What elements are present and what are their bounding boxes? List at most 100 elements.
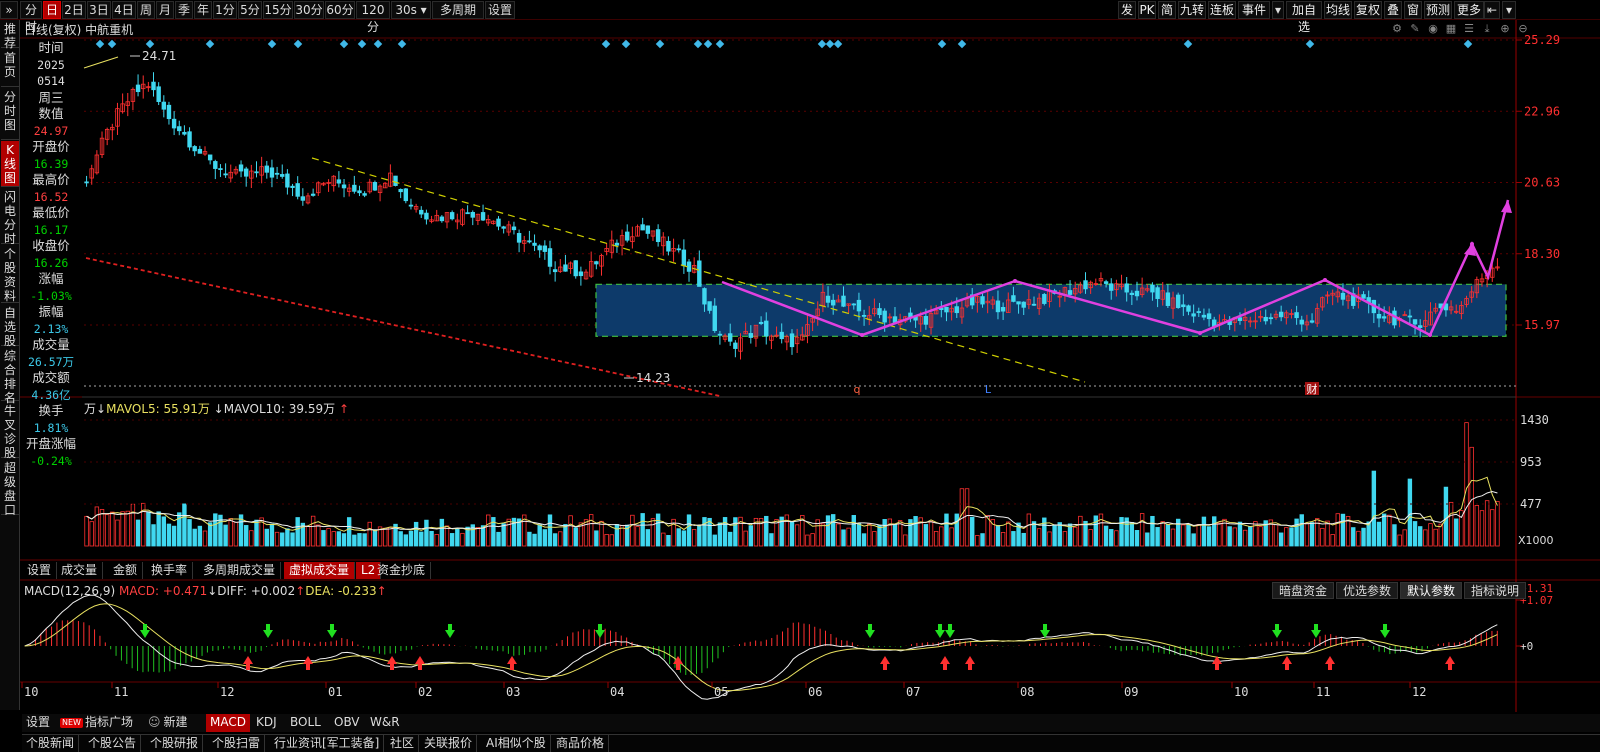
period-button[interactable]: 3日	[87, 1, 111, 19]
toolbar-action-button[interactable]: 预测	[1424, 1, 1452, 19]
news-tab[interactable]: 个股扫雷	[208, 735, 266, 752]
toolbar-action-button[interactable]: 连板	[1208, 1, 1236, 19]
news-tab[interactable]: 商品价格	[552, 735, 610, 752]
indicator-tab[interactable]: BOLL	[286, 714, 325, 732]
period-button[interactable]: 120分	[356, 1, 390, 34]
toolbar-action-button[interactable]: 事件	[1238, 1, 1270, 19]
toolbar-action-button[interactable]: 发	[1118, 1, 1136, 19]
left-nav-item[interactable]: 自选股	[1, 304, 19, 348]
period-button[interactable]: 日	[43, 1, 61, 19]
period-button[interactable]: 季	[175, 1, 193, 19]
indicator-tab[interactable]: W&R	[366, 714, 404, 732]
news-tab[interactable]: 行业资讯[军工装备]	[270, 735, 385, 752]
event-diamond-icon[interactable]	[621, 39, 631, 49]
pen-icon[interactable]: ✎	[1408, 22, 1422, 36]
toolbar-action-button[interactable]: 复权	[1354, 1, 1382, 19]
period-button[interactable]: 4日	[112, 1, 136, 19]
minus-icon[interactable]: ⊖	[1516, 22, 1530, 36]
period-button[interactable]: 15分	[263, 1, 293, 19]
news-tab[interactable]: 关联报价	[420, 735, 478, 752]
toolbar-action-button[interactable]: 叠	[1384, 1, 1402, 19]
macd-option-button[interactable]: 优选参数	[1336, 582, 1398, 599]
chart-icon[interactable]: ▦	[1444, 22, 1458, 36]
download-icon[interactable]: ⤓	[1480, 22, 1494, 36]
event-diamond-icon[interactable]	[95, 39, 105, 49]
toolbar-action-button[interactable]: 九转	[1178, 1, 1206, 19]
indicator-tab[interactable]: KDJ	[252, 714, 281, 732]
event-diamond-icon[interactable]	[817, 39, 827, 49]
volume-tab[interactable]: 换手率	[146, 562, 194, 579]
news-tab[interactable]: 个股新闻	[22, 735, 80, 752]
news-tab[interactable]: 个股公告	[84, 735, 142, 752]
event-diamond-icon[interactable]	[293, 39, 303, 49]
event-diamond-icon[interactable]	[825, 39, 835, 49]
volume-tab[interactable]: 虚拟成交量	[284, 562, 356, 579]
back-icon[interactable]: ⇤	[1484, 1, 1500, 19]
gear-icon[interactable]: ⚙	[1390, 22, 1404, 36]
volume-tab[interactable]: 资金抄底	[372, 562, 432, 579]
toolbar-action-button[interactable]: 窗	[1404, 1, 1422, 19]
kline-chart-canvas[interactable]: 25.2922.9620.6318.3015.9724.7114.23q L 财14…	[0, 0, 1600, 752]
period-button[interactable]: 年	[194, 1, 212, 19]
event-diamond-icon[interactable]	[107, 39, 117, 49]
add-icon[interactable]: ⊕	[1498, 22, 1512, 36]
indicator-tab[interactable]: 设置	[22, 714, 54, 732]
event-diamond-icon[interactable]	[601, 39, 611, 49]
toolbar-action-button[interactable]: 加自选	[1286, 1, 1322, 34]
event-diamond-icon[interactable]	[1183, 39, 1193, 49]
volume-tab[interactable]: 成交量	[56, 562, 104, 579]
event-mark[interactable]: L	[985, 383, 992, 396]
event-diamond-icon[interactable]	[937, 39, 947, 49]
left-nav-item[interactable]: 超级盘口	[1, 459, 19, 517]
period-button[interactable]: 5分	[238, 1, 262, 19]
event-diamond-icon[interactable]	[703, 39, 713, 49]
period-button[interactable]: 月	[156, 1, 174, 19]
indicator-tab[interactable]: MACD	[206, 714, 250, 732]
left-nav-item[interactable]: 首页	[1, 49, 19, 87]
period-button[interactable]: 设置	[485, 1, 515, 19]
period-button[interactable]: 多周期	[432, 1, 484, 19]
eye-icon[interactable]: ◉	[1426, 22, 1440, 36]
left-nav-item[interactable]: K线图	[1, 141, 19, 187]
left-nav-item[interactable]: 闪电分时	[1, 188, 19, 246]
macd-option-button[interactable]: 暗盘资金	[1272, 582, 1334, 599]
volume-tab[interactable]: 多周期成交量	[198, 562, 282, 579]
event-mark[interactable]: q	[854, 383, 861, 396]
event-diamond-icon[interactable]	[267, 39, 277, 49]
period-button[interactable]: 分时	[20, 1, 42, 34]
menu-down-icon[interactable]: ▾	[1502, 1, 1516, 19]
event-diamond-icon[interactable]	[655, 39, 665, 49]
left-nav-item[interactable]: 个股资料	[1, 245, 19, 303]
event-diamond-icon[interactable]	[957, 39, 967, 49]
collapse-icon[interactable]: »	[0, 1, 18, 19]
period-button[interactable]: 30s ▾	[391, 1, 431, 19]
period-button[interactable]: 30分	[294, 1, 324, 19]
macd-option-button[interactable]: 默认参数	[1400, 582, 1462, 599]
news-tab[interactable]: 个股研报	[146, 735, 204, 752]
toolbar-action-button[interactable]: 更多	[1454, 1, 1484, 19]
event-mark[interactable]: 财	[1307, 382, 1318, 396]
left-nav-item[interactable]: 牛叉诊股	[1, 402, 19, 460]
period-button[interactable]: 60分	[325, 1, 355, 19]
event-diamond-icon[interactable]	[357, 39, 367, 49]
event-diamond-icon[interactable]	[693, 39, 703, 49]
left-nav-item[interactable]: 推荐	[1, 20, 19, 50]
event-diamond-icon[interactable]	[715, 39, 725, 49]
event-diamond-icon[interactable]	[833, 39, 843, 49]
event-diamond-icon[interactable]	[145, 39, 155, 49]
volume-tab[interactable]: 金额	[108, 562, 144, 579]
period-button[interactable]: 1分	[213, 1, 237, 19]
period-button[interactable]: 2日	[62, 1, 86, 19]
indicator-tab[interactable]: OBV	[330, 714, 364, 732]
settings-icon[interactable]: ☰	[1462, 22, 1476, 36]
indicator-tab[interactable]: NEW 指标广场	[56, 714, 137, 732]
volume-tab[interactable]: 设置	[22, 562, 58, 579]
news-tab[interactable]: 社区	[386, 735, 420, 752]
macd-option-button[interactable]: 指标说明	[1464, 582, 1526, 599]
toolbar-action-button[interactable]: 简	[1158, 1, 1176, 19]
indicator-tab[interactable]: ☺ 新建	[144, 714, 192, 732]
left-nav-item[interactable]: 分时图	[1, 88, 19, 140]
event-diamond-icon[interactable]	[205, 39, 215, 49]
dropdown-icon[interactable]: ▾	[1272, 1, 1284, 19]
toolbar-action-button[interactable]: PK	[1138, 1, 1156, 19]
